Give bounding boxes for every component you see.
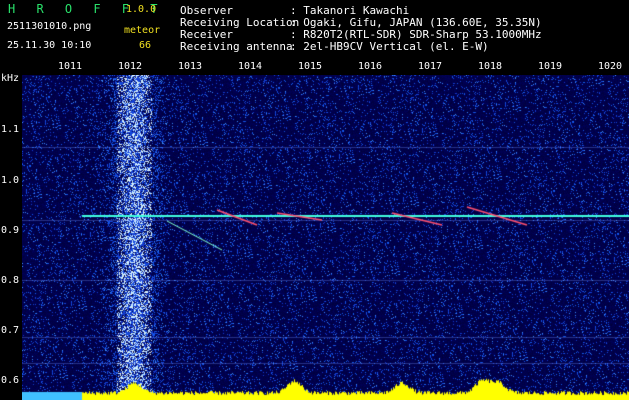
y-tick-label: 0.7: [1, 325, 20, 336]
x-tick-label: 1015: [297, 61, 323, 72]
y-tick-label: 0.6: [1, 375, 20, 386]
y-tick-label: 1.0: [1, 175, 20, 186]
x-tick-label: 1013: [177, 61, 203, 72]
x-tick-label: 1019: [537, 61, 563, 72]
date-time: 25.11.30 10:10: [7, 40, 92, 51]
x-tick-label: 1020: [597, 61, 623, 72]
x-axis: 1011 1012 1013 1014 1015 1016 1017 1018 …: [0, 58, 629, 75]
y-axis: kHz 1.1 1.0 0.9 0.8 0.7 0.6: [0, 58, 22, 400]
meteor-count: 66: [139, 40, 152, 51]
x-tick-label: 1012: [117, 61, 143, 72]
header-panel: H R O F F T 1.0.0 2511301010.png meteor …: [0, 0, 629, 58]
info-antenna-key: Receiving antenna: [180, 40, 293, 53]
x-tick-label: 1011: [57, 61, 83, 72]
info-antenna-value: : 2el-HB9CV Vertical (el. E-W): [290, 40, 489, 53]
x-tick-label: 1014: [237, 61, 263, 72]
y-tick-label: 1.1: [1, 124, 20, 135]
y-tick-label: 0.9: [1, 225, 20, 236]
x-tick-label: 1017: [417, 61, 443, 72]
app-version: 1.0.0: [126, 4, 157, 15]
y-tick-label: 0.8: [1, 275, 20, 286]
x-tick-label: 1016: [357, 61, 383, 72]
spectrogram: [22, 75, 629, 400]
detection-label: meteor: [124, 25, 161, 36]
file-name: 2511301010.png: [7, 21, 92, 32]
x-tick-label: 1018: [477, 61, 503, 72]
